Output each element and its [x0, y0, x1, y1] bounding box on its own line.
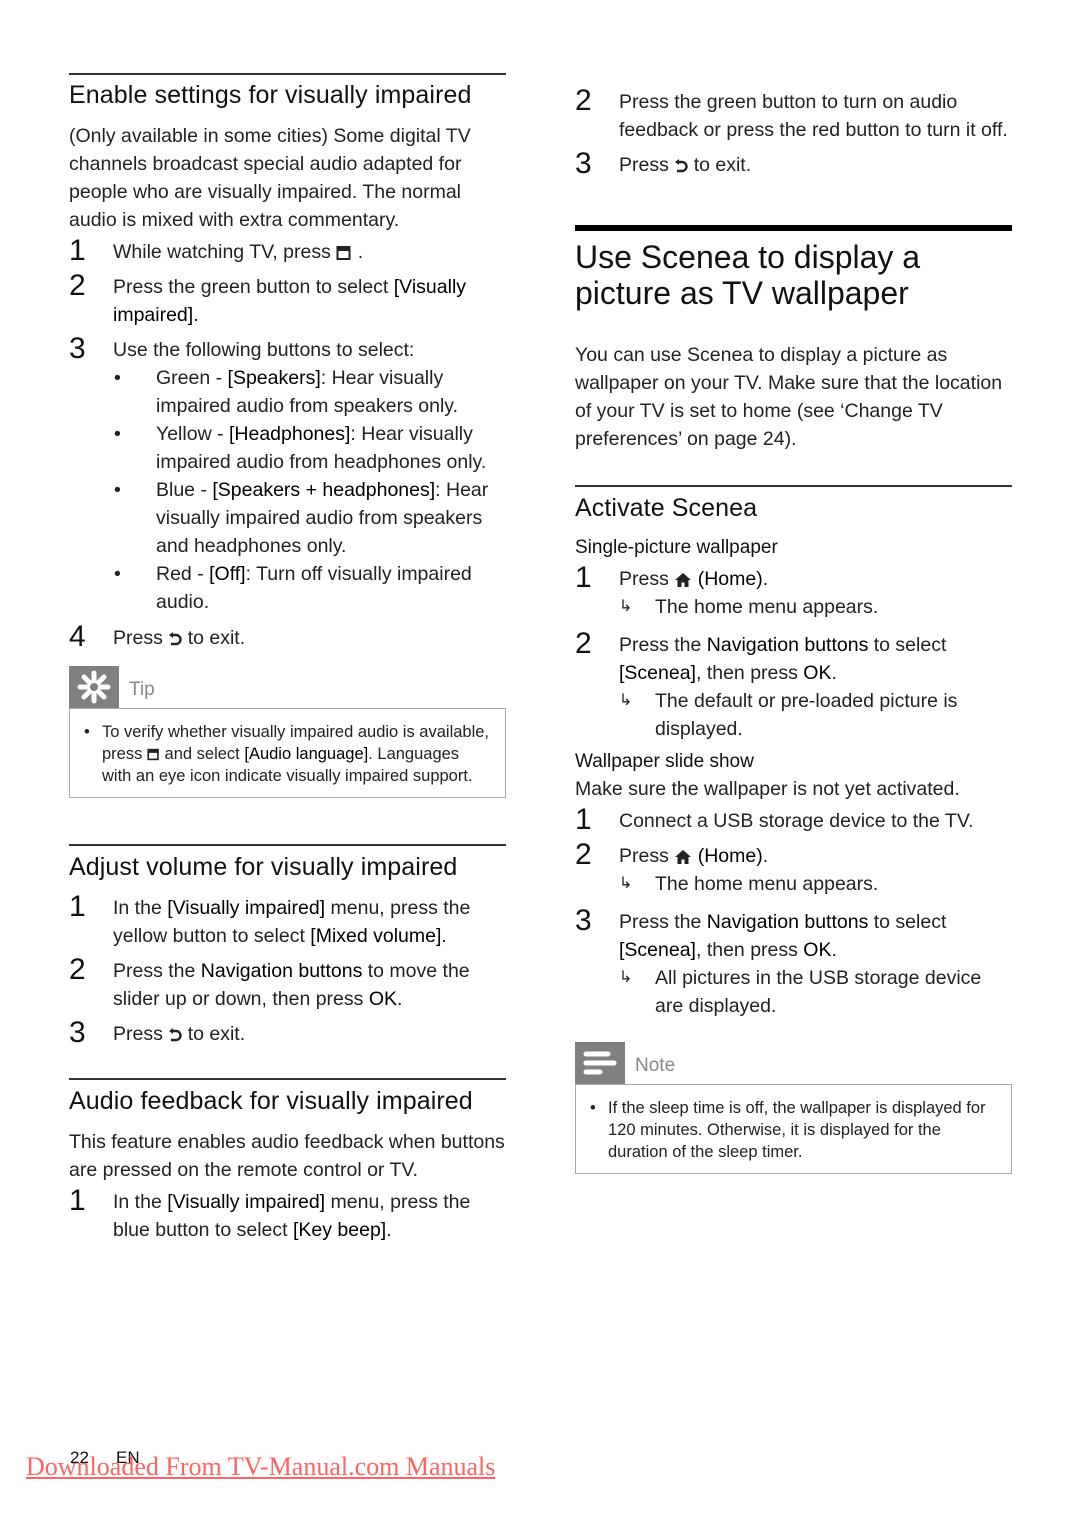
enable-intro: (Only available in some cities) Some dig…	[69, 125, 471, 231]
enable-step-3: 3 Use the following buttons to select:	[69, 332, 415, 365]
section-divider	[575, 485, 1012, 487]
back-icon	[675, 158, 688, 173]
slideshow-step-2: 2 Press (Home).	[575, 838, 769, 871]
heading-adjust-volume: Adjust volume for visually impaired	[69, 853, 458, 881]
tip-icon	[69, 666, 119, 708]
slideshow-step-3-result: ↳ All pictures in the USB storage device …	[575, 964, 1012, 1020]
feedback-step-2: 2 Press the green button to turn on audi…	[575, 84, 1008, 141]
adjust-step-2: 2 Press the Navigation buttons to move t…	[69, 953, 470, 1010]
left-column: Enable settings for visually impaired (O…	[69, 0, 506, 1251]
note-icon	[575, 1042, 625, 1084]
slideshow-step-2-result: ↳ The home menu appears.	[575, 870, 1012, 898]
back-icon	[169, 1027, 182, 1042]
slideshow-step-1: 1 Connect a USB storage device to the TV…	[575, 803, 974, 836]
heading-scenea: Use Scenea to display a picture as TV wa…	[575, 239, 921, 311]
note-box: • If the sleep time is off, the wallpaper…	[575, 1084, 1012, 1174]
enable-step-1: 1 While watching TV, press .	[69, 234, 364, 267]
bullet-yellow: • Yellow - [Headphones]: Hear visually im…	[114, 423, 487, 473]
result-arrow-icon: ↳	[619, 969, 633, 986]
note-item: • If the sleep time is off, the wallpaper…	[590, 1099, 986, 1161]
section-divider	[69, 844, 506, 846]
feedback-step-3: 3 Press to exit.	[575, 147, 752, 180]
enable-step-4: 4 Press to exit.	[69, 620, 246, 653]
back-icon	[169, 631, 182, 646]
subheading-slide-show: Wallpaper slide show	[575, 751, 754, 772]
feedback-step-1: 1 In the [Visually impaired] menu, press…	[69, 1184, 471, 1241]
slideshow-step-3: 3 Press the Navigation buttons to select…	[575, 904, 947, 961]
section-divider	[69, 73, 506, 75]
download-source-link[interactable]: Downloaded From TV-Manual.com Manuals	[26, 1452, 495, 1482]
feedback-intro: This feature enables audio feedback when…	[69, 1131, 505, 1181]
single-step-2: 2 Press the Navigation buttons to select…	[575, 627, 947, 684]
single-step-2-result: ↳ The default or pre-loaded picture is di…	[575, 687, 1012, 743]
adjust-step-1: 1 In the [Visually impaired] menu, press…	[69, 890, 471, 947]
chapter-divider	[575, 225, 1012, 231]
tip-box: • To verify whether visually impaired au…	[69, 708, 506, 798]
tip-label: Tip	[129, 679, 155, 700]
scenea-intro: You can use Scenea to display a picture …	[575, 344, 1003, 450]
home-icon	[675, 572, 692, 587]
tip-callout: Tip • To verify whether visually impaire…	[69, 666, 506, 798]
heading-audio-feedback: Audio feedback for visually impaired	[69, 1087, 473, 1115]
enable-step-2: 2 Press the green button to select [Visu…	[69, 269, 467, 326]
home-icon	[675, 849, 692, 864]
right-column: 2 Press the green button to turn on audi…	[575, 0, 1012, 1174]
heading-activate-scenea: Activate Scenea	[575, 494, 758, 522]
subheading-single-picture: Single-picture wallpaper	[575, 537, 778, 558]
adjust-step-3: 3 Press to exit.	[69, 1016, 246, 1049]
tip-item: • To verify whether visually impaired au…	[84, 723, 490, 785]
note-label: Note	[635, 1055, 676, 1076]
bullet-green: • Green - [Speakers]: Hear visually impai…	[114, 367, 459, 417]
options-icon	[336, 245, 351, 260]
note-callout: Note • If the sleep time is off, the wall…	[575, 1042, 1012, 1174]
heading-enable-settings: Enable settings for visually impaired	[69, 81, 472, 109]
slideshow-intro: Make sure the wallpaper is not yet activ…	[575, 778, 960, 800]
result-arrow-icon: ↳	[619, 875, 633, 892]
single-step-1: 1 Press (Home).	[575, 561, 769, 594]
bullet-red: • Red - [Off]: Turn off visually impaired…	[114, 563, 472, 613]
bullet-blue: • Blue - [Speakers + headphones]: Hear vi…	[114, 479, 489, 557]
single-step-1-result: ↳ The home menu appears.	[575, 593, 1012, 621]
result-arrow-icon: ↳	[619, 598, 633, 615]
result-arrow-icon: ↳	[619, 692, 633, 709]
options-icon	[147, 748, 159, 761]
section-divider	[69, 1078, 506, 1080]
